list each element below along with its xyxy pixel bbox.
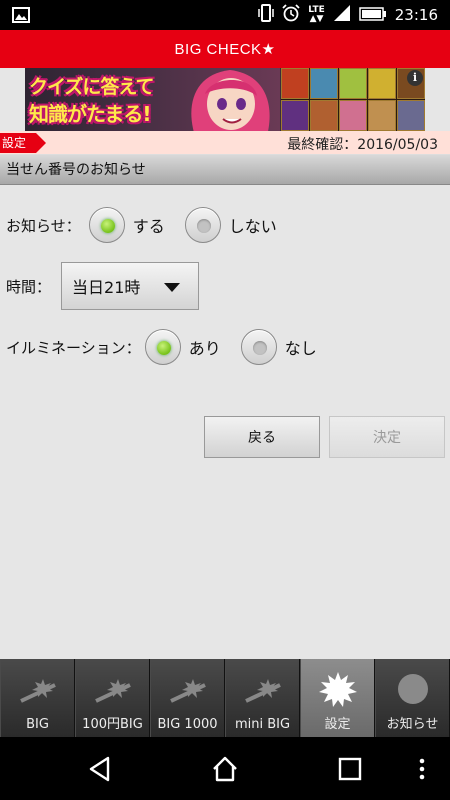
battery-icon — [359, 6, 387, 25]
section-title: 当せん番号のお知らせ — [0, 155, 450, 185]
illumination-option-on[interactable]: あり — [144, 329, 221, 365]
tab-big-1000[interactable]: BIG 1000 — [150, 659, 225, 737]
decide-button[interactable]: 決定 — [329, 416, 445, 458]
tab-mini-big[interactable]: mini BIG — [225, 659, 300, 737]
notify-label: お知らせ： — [6, 216, 81, 235]
illumination-option-off-label: なし — [284, 339, 317, 358]
lte-indicator: LTE ▲▼ — [308, 5, 325, 24]
signal-icon — [333, 4, 351, 26]
time-label: 時間： — [6, 277, 52, 296]
tab-100yen-big[interactable]: 100円BIG — [75, 659, 150, 737]
radio-unselected-icon[interactable] — [184, 207, 221, 243]
home-nav-icon[interactable] — [211, 755, 239, 783]
bottom-tab-bar: BIG 100円BIG BIG 1000 mini BIG 設定 お知らせ — [0, 659, 450, 737]
starburst-icon — [318, 672, 357, 707]
recents-nav-icon[interactable] — [336, 755, 364, 783]
radio-selected-icon[interactable] — [88, 207, 125, 243]
illumination-option-off[interactable]: なし — [240, 329, 317, 365]
ball-burst-icon — [19, 679, 56, 703]
menu-nav-icon[interactable] — [415, 755, 429, 783]
ad-game-grid — [281, 68, 425, 131]
illumination-option-on-label: あり — [188, 339, 221, 358]
vibrate-icon — [258, 4, 274, 26]
notify-option-on[interactable]: する — [88, 207, 165, 243]
ad-headline-1: クイズに答えて — [29, 76, 154, 98]
time-setting-row: 時間： 当日21時 — [6, 262, 200, 310]
breadcrumb: 設定 最終確認：2016/05/03 — [0, 131, 450, 155]
ball-burst-icon — [94, 679, 131, 703]
status-bar: LTE ▲▼ 23:16 — [0, 0, 450, 30]
back-button[interactable]: 戻る — [204, 416, 320, 458]
system-nav-bar — [0, 737, 450, 800]
breadcrumb-tag: 設定 — [0, 133, 46, 153]
notify-option-on-label: する — [132, 217, 165, 236]
last-checked-date: 最終確認：2016/05/03 — [287, 137, 438, 153]
ball-burst-icon — [244, 679, 281, 703]
notify-option-off-label: しない — [228, 217, 277, 236]
radio-unselected-icon[interactable] — [240, 329, 277, 365]
ad-info-icon[interactable]: i — [407, 70, 423, 86]
app-title-bar: BIG CHECK★ — [0, 30, 450, 68]
gallery-icon — [12, 7, 30, 27]
ball-burst-icon — [169, 679, 206, 703]
ad-banner[interactable]: クイズに答えて 知識がたまる! i — [25, 68, 425, 131]
tab-notices[interactable]: お知らせ — [375, 659, 450, 737]
ad-headline-2: 知識がたまる! — [29, 102, 152, 126]
time-select[interactable]: 当日21時 — [61, 262, 200, 310]
illumination-label: イルミネーション： — [6, 338, 141, 357]
notify-setting-row: お知らせ： する しない — [6, 206, 277, 244]
radio-selected-icon[interactable] — [144, 329, 181, 365]
circle-icon — [397, 674, 428, 704]
dropdown-arrow-icon — [164, 283, 181, 292]
notify-option-off[interactable]: しない — [184, 207, 277, 243]
back-nav-icon[interactable] — [86, 755, 114, 783]
alarm-icon — [282, 4, 300, 26]
ad-character-image — [191, 70, 270, 131]
app-title: BIG CHECK★ — [174, 41, 276, 58]
illumination-setting-row: イルミネーション： あり なし — [6, 328, 317, 366]
tab-big[interactable]: BIG — [0, 659, 75, 737]
time-select-value: 当日21時 — [72, 278, 141, 297]
clock: 23:16 — [394, 6, 438, 24]
tab-settings[interactable]: 設定 — [300, 659, 375, 737]
